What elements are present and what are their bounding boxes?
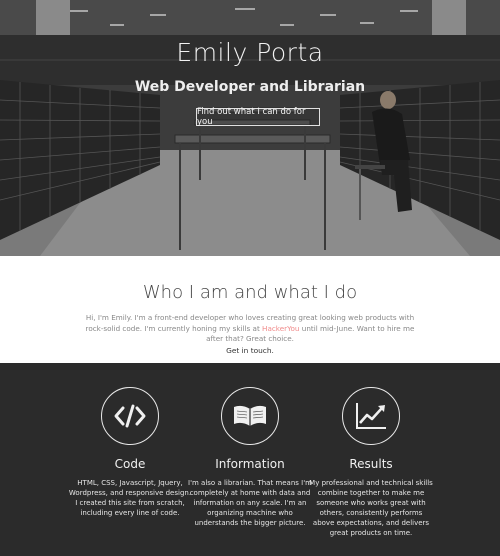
about-section: Who I am and what I do Hi, I'm Emily. I'… (0, 256, 500, 363)
rising-chart-icon (342, 387, 400, 445)
get-in-touch-link[interactable]: Get in touch. (80, 346, 420, 357)
skills-section: Code HTML, CSS, Javascript, Jquery, Word… (0, 363, 500, 556)
hero-subtitle: Web Developer and Librarian (134, 79, 366, 95)
hero-title: Emily Porta (176, 38, 324, 67)
hero-section: Emily Porta Web Developer and Librarian … (0, 0, 500, 256)
find-out-button[interactable]: Find out what I can do for you (196, 107, 320, 127)
hackeryou-link[interactable]: HackerYou (262, 324, 299, 333)
about-heading: Who I am and what I do (142, 282, 358, 303)
about-paragraph: Hi, I'm Emily. I'm a front-end developer… (80, 313, 420, 356)
skill-heading: Results (349, 457, 393, 471)
skill-description: My professional and technical skills com… (309, 479, 433, 537)
open-book-icon (221, 387, 279, 445)
code-brackets-icon (101, 387, 159, 445)
skill-results: Results My professional and technical sk… (296, 387, 446, 538)
